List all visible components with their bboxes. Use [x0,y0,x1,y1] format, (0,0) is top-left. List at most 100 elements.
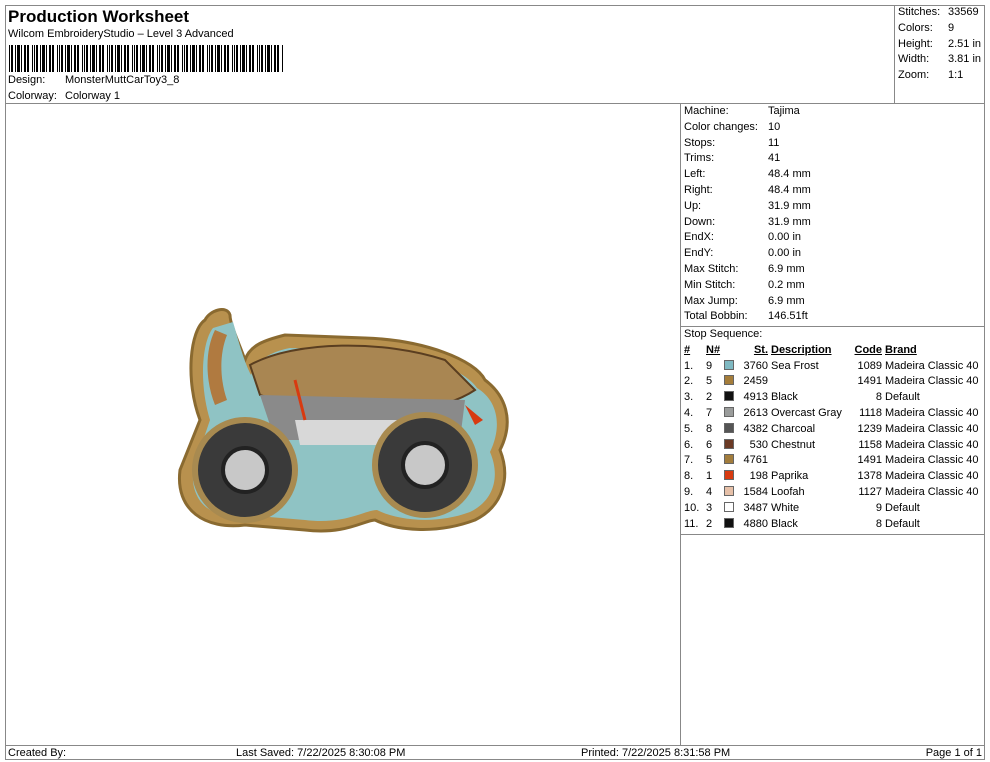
thread-description: Black [771,391,798,404]
color-swatch [724,485,734,496]
info-label: Color changes: [684,120,758,133]
barcode-bar [17,45,20,72]
barcode-bar [109,45,110,72]
info-label: Left: [684,168,706,181]
color-swatch-cell [724,501,738,517]
barcode-bar [202,45,204,72]
thread-brand: Madeira Classic 40 [885,485,979,498]
table-row: 2. 5 2459 1491 Madeira Classic 40 [684,374,979,390]
barcode-bar [227,45,229,72]
info-value: 48.4 mm [768,168,811,181]
info-value: 146.51ft [768,310,808,323]
stat-label: Colors: [898,21,933,34]
thread-description: Overcast Gray [771,406,842,419]
last-saved: Last Saved: 7/22/2025 8:30:08 PM [236,747,406,759]
stitch-count: 2613 [743,406,768,419]
needle-number: 2 [706,517,713,530]
stat-value: 2.51 in [948,37,982,50]
color-swatch-cell [724,453,738,469]
info-value: 41 [768,152,781,165]
stop-number: 10. [684,501,700,514]
stat-row: Stitches: 33569 [898,5,985,21]
barcode-bar [236,45,238,72]
barcode-bar [71,45,72,72]
barcode-bar [107,45,108,72]
barcode-bar [265,45,266,72]
info-value: 48.4 mm [768,183,811,196]
stop-number: 5. [684,422,694,435]
barcode-bar [24,45,26,72]
barcode-bar [34,45,35,72]
barcode-bar [149,45,151,72]
details-panel: Machine: Tajima Color changes: 10 Stops: 11 Tr… [681,104,985,745]
table-row: 6. 6 530 Chestnut 1158 Madeira Classic 40 [684,438,979,454]
barcode-bar [161,45,163,72]
info-row: Total Bobbin: 146.51ft [681,309,985,325]
needle-number: 3 [706,501,713,514]
info-row: Min Stitch: 0.2 mm [681,278,985,294]
thread-code: 8 [875,391,882,404]
info-row: Down: 31.9 mm [681,215,985,231]
barcode-bar [196,45,197,72]
barcode-bar [217,45,220,72]
stitch-count: 4761 [743,454,768,467]
needle-number: 1 [706,470,713,483]
barcode-bar [277,45,279,72]
stop-sequence-label: Stop Sequence: [684,328,763,340]
barcode-bar [65,45,66,72]
thread-brand: Madeira Classic 40 [885,375,979,388]
info-label: Down: [684,215,716,228]
color-swatch [724,422,734,433]
barcode-bar [74,45,76,72]
stat-value: 1:1 [948,69,964,82]
barcode-bar [182,45,183,72]
stat-label: Zoom: [898,69,930,82]
col-number: # [684,343,691,356]
barcode-bar [249,45,251,72]
thread-code: 1089 [857,359,882,372]
color-swatch-cell [724,438,738,454]
info-value: 6.9 mm [768,262,805,275]
stitch-count: 2459 [743,375,768,388]
barcode-bar [40,45,41,72]
footer: Created By: Last Saved: 7/22/2025 8:30:0… [5,745,985,760]
barcode-bar [242,45,245,72]
barcode-bar [174,45,176,72]
thread-brand: Madeira Classic 40 [885,406,979,419]
machine-info: Machine: Tajima Color changes: 10 Stops: 11 Tr… [681,104,985,325]
thread-brand: Madeira Classic 40 [885,454,979,467]
design-preview [5,104,681,745]
barcode-bar [115,45,116,72]
stop-number: 6. [684,438,694,451]
barcode-bar [142,45,145,72]
thread-code: 1127 [858,485,882,498]
thread-code: 1158 [858,438,882,451]
thread-code: 1491 [857,375,882,388]
page-title: Production Worksheet [8,7,190,26]
barcode-bar [36,45,38,72]
info-label: Max Stitch: [684,262,739,275]
barcode-bar [209,45,210,72]
stat-value: 9 [948,21,955,34]
barcode-bar [32,45,33,72]
colorway-name: Colorway 1 [65,90,121,102]
stitch-count: 1584 [743,485,768,498]
barcode-bar [186,45,188,72]
barcode-bar [140,45,141,72]
barcode-bar [234,45,235,72]
barcode-bar [207,45,208,72]
color-swatch [724,501,734,512]
needle-number: 8 [706,422,713,435]
info-row: Trims: 41 [681,151,985,167]
barcode-bar [240,45,241,72]
barcode-bar [11,45,13,72]
barcode-bar [159,45,160,72]
info-label: EndY: [684,247,714,260]
stats-box: Stitches: 33569 Colors: 9 Height: 2.51 in Widt… [894,5,985,104]
barcode-bar [99,45,101,72]
color-swatch-cell [724,469,738,485]
info-label: Up: [684,199,702,212]
needle-number: 5 [706,375,713,388]
info-row: Up: 31.9 mm [681,199,985,215]
created-by: Created By: [8,747,67,759]
